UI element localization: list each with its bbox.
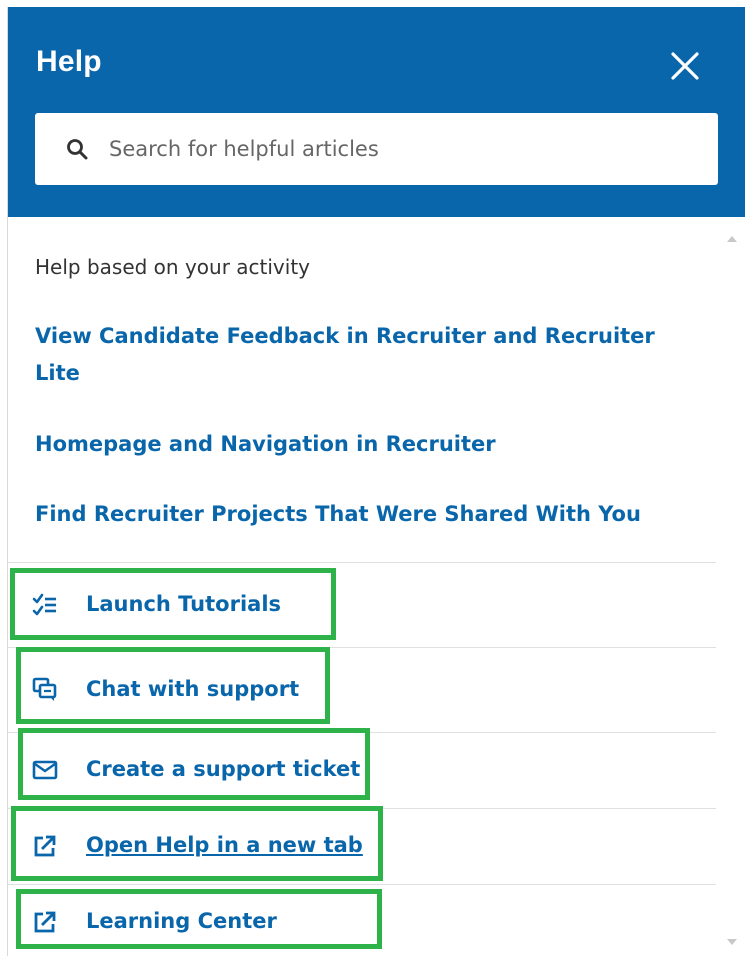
article-link-shared-projects[interactable]: Find Recruiter Projects That Were Shared…	[35, 496, 675, 533]
learning-center-row[interactable]: Learning Center	[8, 885, 716, 956]
envelope-icon	[32, 760, 58, 780]
open-help-new-tab-label: Open Help in a new tab	[86, 833, 363, 857]
create-ticket-label: Create a support ticket	[86, 757, 361, 781]
scroll-up-arrow-icon[interactable]	[726, 235, 738, 243]
help-title: Help	[36, 45, 102, 78]
chat-support-row[interactable]: Chat with support	[8, 648, 716, 732]
open-help-new-tab-row[interactable]: Open Help in a new tab	[8, 809, 716, 884]
search-icon	[67, 139, 88, 160]
article-link-homepage-navigation[interactable]: Homepage and Navigation in Recruiter	[35, 426, 675, 463]
search-box[interactable]	[35, 113, 718, 185]
chat-support-label: Chat with support	[86, 677, 300, 701]
close-icon	[671, 52, 699, 80]
activity-heading: Help based on your activity	[35, 255, 310, 279]
scroll-down-arrow-icon[interactable]	[726, 938, 738, 946]
launch-tutorials-label: Launch Tutorials	[86, 592, 282, 616]
article-link-candidate-feedback[interactable]: View Candidate Feedback in Recruiter and…	[35, 318, 675, 392]
external-link-icon	[34, 911, 56, 933]
help-panel: Help Help based on your activity View Ca…	[7, 7, 745, 956]
learning-center-label: Learning Center	[86, 909, 277, 933]
create-ticket-row[interactable]: Create a support ticket	[8, 733, 716, 808]
chat-icon	[32, 677, 57, 701]
checklist-icon	[32, 593, 56, 616]
search-input[interactable]	[109, 113, 699, 185]
help-header: Help	[8, 7, 745, 217]
help-content: Help based on your activity View Candida…	[8, 217, 716, 956]
external-link-icon	[34, 835, 56, 857]
close-button[interactable]	[662, 43, 708, 89]
launch-tutorials-row[interactable]: Launch Tutorials	[8, 563, 716, 647]
scrollbar[interactable]	[718, 217, 745, 956]
